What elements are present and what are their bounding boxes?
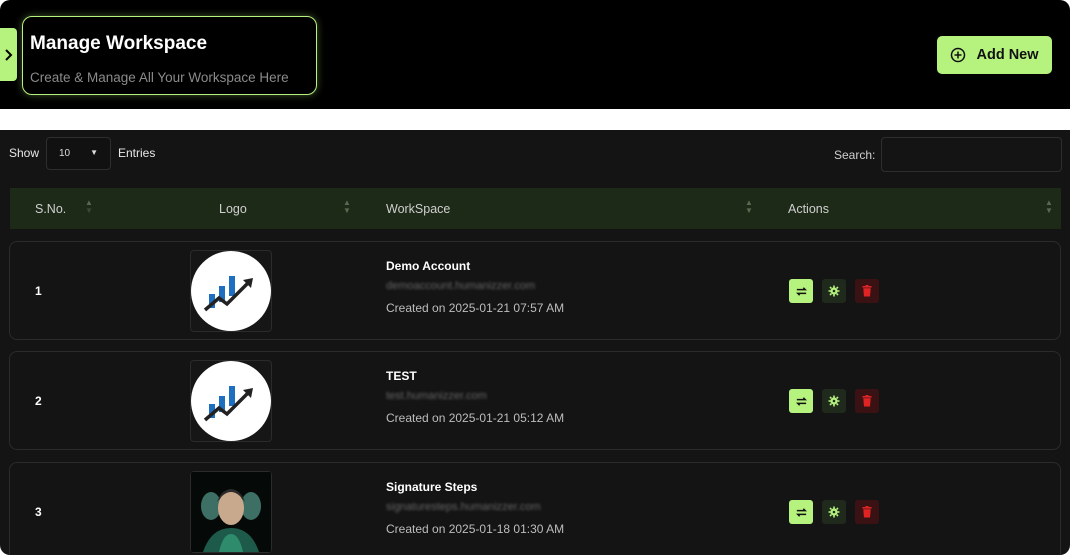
chart-growth-logo-icon [203,386,253,422]
refresh-button[interactable] [789,389,813,413]
table-header: S.No. ▲ ▼ Logo ▲ ▼ WorkSpace ▲ ▼ Actions ▲ ▼ [10,188,1061,229]
search-input[interactable] [881,137,1062,172]
delete-button[interactable] [855,279,879,303]
column-header-workspace[interactable]: WorkSpace [386,202,450,216]
show-label: Show [9,146,40,160]
workspace-name: TEST [386,369,417,383]
plus-circle-icon [951,47,966,63]
sort-icon[interactable]: ▲ ▼ [85,199,93,215]
trash-icon [862,395,872,407]
chart-growth-logo-icon [203,276,253,312]
entries-select[interactable]: 10 ▼ [46,137,111,170]
table-row: 1 Demo Account demoaccount.humanizzer.co… [9,241,1061,340]
settings-button[interactable] [822,279,846,303]
refresh-button[interactable] [789,279,813,303]
entries-value: 10 [59,148,71,159]
settings-button[interactable] [822,500,846,524]
title-box: Manage Workspace Create & Manage All You… [22,16,317,95]
table-row: 3 Signature Steps signaturesteps.humaniz… [9,462,1061,555]
column-header-sno[interactable]: S.No. [35,202,66,216]
row-sno: 2 [35,394,42,408]
workspace-table-panel: Show 10 ▼ Entries Search: S.No. ▲ ▼ Logo … [0,130,1070,555]
sort-icon[interactable]: ▲ ▼ [1045,199,1053,215]
refresh-icon [795,507,807,517]
chevron-right-icon [5,48,13,61]
settings-button[interactable] [822,389,846,413]
caret-down-icon: ▼ [90,148,98,157]
workspace-logo [190,471,272,553]
faces-logo-icon [191,472,271,552]
entries-label: Entries [118,146,156,160]
workspace-created: Created on 2025-01-21 07:57 AM [386,301,565,315]
trash-icon [862,506,872,518]
gear-icon [828,506,840,518]
sort-icon[interactable]: ▲ ▼ [745,199,753,215]
workspace-logo [190,360,272,442]
trash-icon [862,285,872,297]
delete-button[interactable] [855,500,879,524]
workspace-name: Signature Steps [386,480,478,494]
delete-button[interactable] [855,389,879,413]
column-header-actions[interactable]: Actions [788,202,829,216]
column-header-logo[interactable]: Logo [219,202,247,216]
refresh-icon [795,396,807,406]
page-header: Manage Workspace Create & Manage All You… [0,0,1070,109]
workspace-name: Demo Account [386,259,471,273]
row-sno: 3 [35,505,42,519]
gear-icon [828,285,840,297]
workspace-created: Created on 2025-01-21 05:12 AM [386,411,565,425]
sidebar-toggle-button[interactable] [0,28,17,81]
workspace-created: Created on 2025-01-18 01:30 AM [386,522,565,536]
search-label: Search: [834,148,876,162]
workspace-logo [190,250,272,332]
workspace-domain[interactable]: demoaccount.humanizzer.com [386,280,535,292]
refresh-icon [795,286,807,296]
page-title: Manage Workspace [30,33,208,54]
workspace-domain[interactable]: test.humanizzer.com [386,390,487,402]
page-subtitle: Create & Manage All Your Workspace Here [30,70,289,85]
add-new-button[interactable]: Add New [937,36,1052,74]
add-new-label: Add New [976,47,1039,63]
gear-icon [828,395,840,407]
sort-icon[interactable]: ▲ ▼ [343,199,351,215]
row-sno: 1 [35,284,42,298]
workspace-domain[interactable]: signaturesteps.humanizzer.com [386,501,541,513]
refresh-button[interactable] [789,500,813,524]
table-row: 2 TEST test.humanizzer.com Created on 20… [9,351,1061,450]
